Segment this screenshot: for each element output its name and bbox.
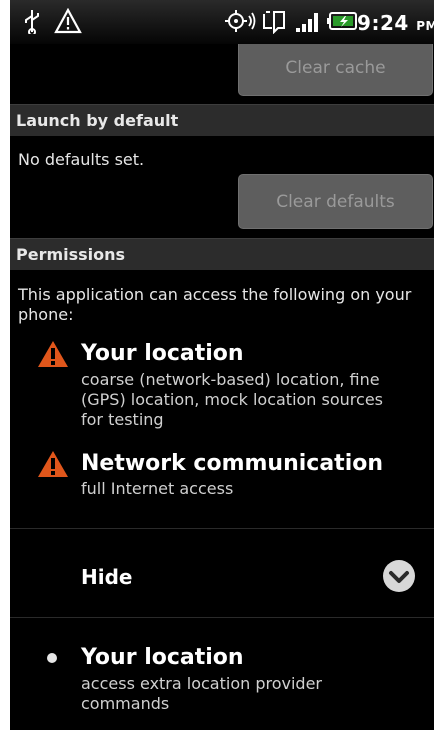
app-info-screen: 9:24 PM Clear cache Launch by default No… <box>10 0 434 730</box>
permission-title: Your location <box>81 341 244 366</box>
hide-label: Hide <box>81 565 133 589</box>
permission-title: Your location <box>81 645 244 670</box>
clear-defaults-button[interactable]: Clear defaults <box>238 174 433 229</box>
clear-cache-button[interactable]: Clear cache <box>238 44 433 96</box>
status-bar: 9:24 PM <box>10 0 434 44</box>
permission-description: access extra location provider commands <box>81 674 323 713</box>
clock: 9:24 PM <box>357 11 434 35</box>
warning-icon <box>37 450 69 482</box>
permission-title: Network communication <box>81 451 384 476</box>
sync-icon <box>260 8 288 38</box>
gps-icon <box>223 8 257 38</box>
usb-icon <box>22 8 42 38</box>
launch-by-default-header: Launch by default <box>10 104 434 136</box>
permissions-header: Permissions <box>10 238 434 270</box>
divider <box>10 617 434 618</box>
hide-permissions-toggle[interactable]: Hide <box>10 529 434 617</box>
warning-icon <box>37 340 69 372</box>
battery-icon <box>326 8 360 38</box>
chevron-up-icon[interactable] <box>382 559 416 597</box>
warning-icon <box>54 7 82 38</box>
permission-description: coarse (network-based) location, fine (G… <box>81 370 383 429</box>
permissions-intro: This application can access the followin… <box>18 285 412 324</box>
signal-icon <box>294 8 322 38</box>
defaults-status-text: No defaults set. <box>18 150 145 169</box>
permission-description: full Internet access <box>81 479 234 498</box>
bullet-icon <box>47 653 57 663</box>
